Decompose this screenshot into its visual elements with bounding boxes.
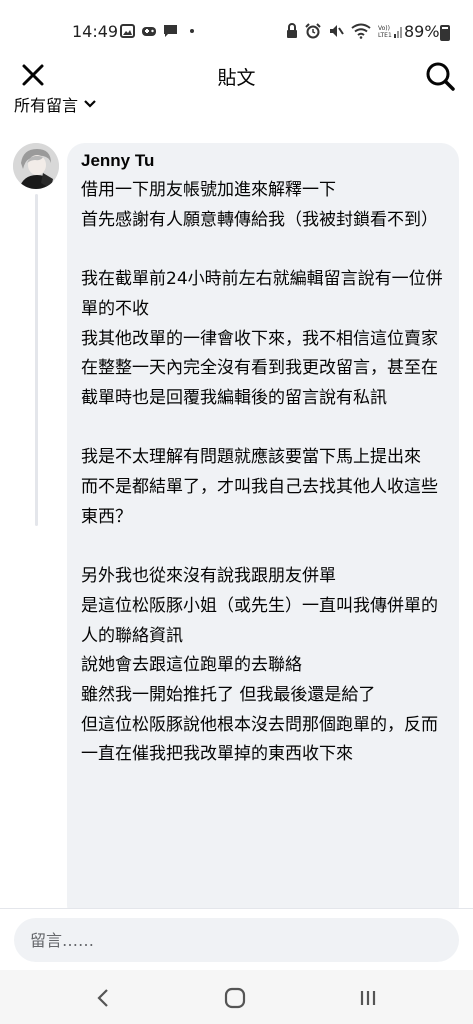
alarm-icon (305, 23, 321, 39)
system-icons: Vo)) LTE1 (286, 23, 402, 39)
system-nav-bar (0, 970, 473, 1024)
lock-icon (287, 23, 297, 38)
game-icon (142, 27, 156, 36)
recents-button[interactable] (354, 984, 382, 1012)
comment-filter-dropdown[interactable]: 所有留言 (14, 92, 96, 116)
notification-icons (120, 24, 194, 38)
back-button[interactable] (89, 984, 117, 1012)
close-button[interactable] (18, 60, 48, 90)
mute-icon (330, 25, 344, 37)
signal-icon: Vo))LTE1 (378, 25, 402, 39)
message-icon (164, 25, 177, 37)
comment-composer (0, 908, 473, 970)
chevron-down-icon (84, 100, 96, 108)
status-time: 14:49 (72, 22, 119, 41)
search-button[interactable] (424, 60, 456, 92)
wifi-icon (351, 23, 371, 39)
battery-icon (440, 25, 450, 41)
avatar[interactable] (13, 143, 59, 189)
thread-line (35, 194, 38, 526)
comment-filter-label: 所有留言 (14, 96, 79, 115)
home-button[interactable] (221, 984, 249, 1012)
svg-text:Vo)): Vo)) (378, 25, 390, 32)
app-header: 貼文 (0, 60, 473, 94)
home-icon (224, 987, 246, 1009)
svg-text:LTE1: LTE1 (378, 32, 392, 39)
image-icon (120, 24, 135, 38)
comment-author[interactable]: Jenny Tu (81, 151, 445, 171)
recents-icon (360, 991, 376, 1005)
comment-bubble[interactable]: Jenny Tu 借用一下朋友帳號加進來解釋一下 首先感謝有人願意轉傳給我（我被… (67, 143, 459, 923)
search-icon (426, 62, 455, 91)
more-notifications-dot (190, 29, 194, 33)
page-title: 貼文 (217, 67, 256, 89)
status-bar: 14:49 Vo)) LTE1 89% (0, 0, 473, 64)
comment-input[interactable] (14, 918, 459, 962)
close-icon (22, 64, 44, 86)
avatar-image (13, 143, 59, 189)
comment-text: 借用一下朋友帳號加進來解釋一下 首先感謝有人願意轉傳給我（我被封鎖看不到） 我在… (81, 180, 443, 765)
back-icon (97, 989, 108, 1007)
battery-level: 89% (404, 22, 440, 41)
